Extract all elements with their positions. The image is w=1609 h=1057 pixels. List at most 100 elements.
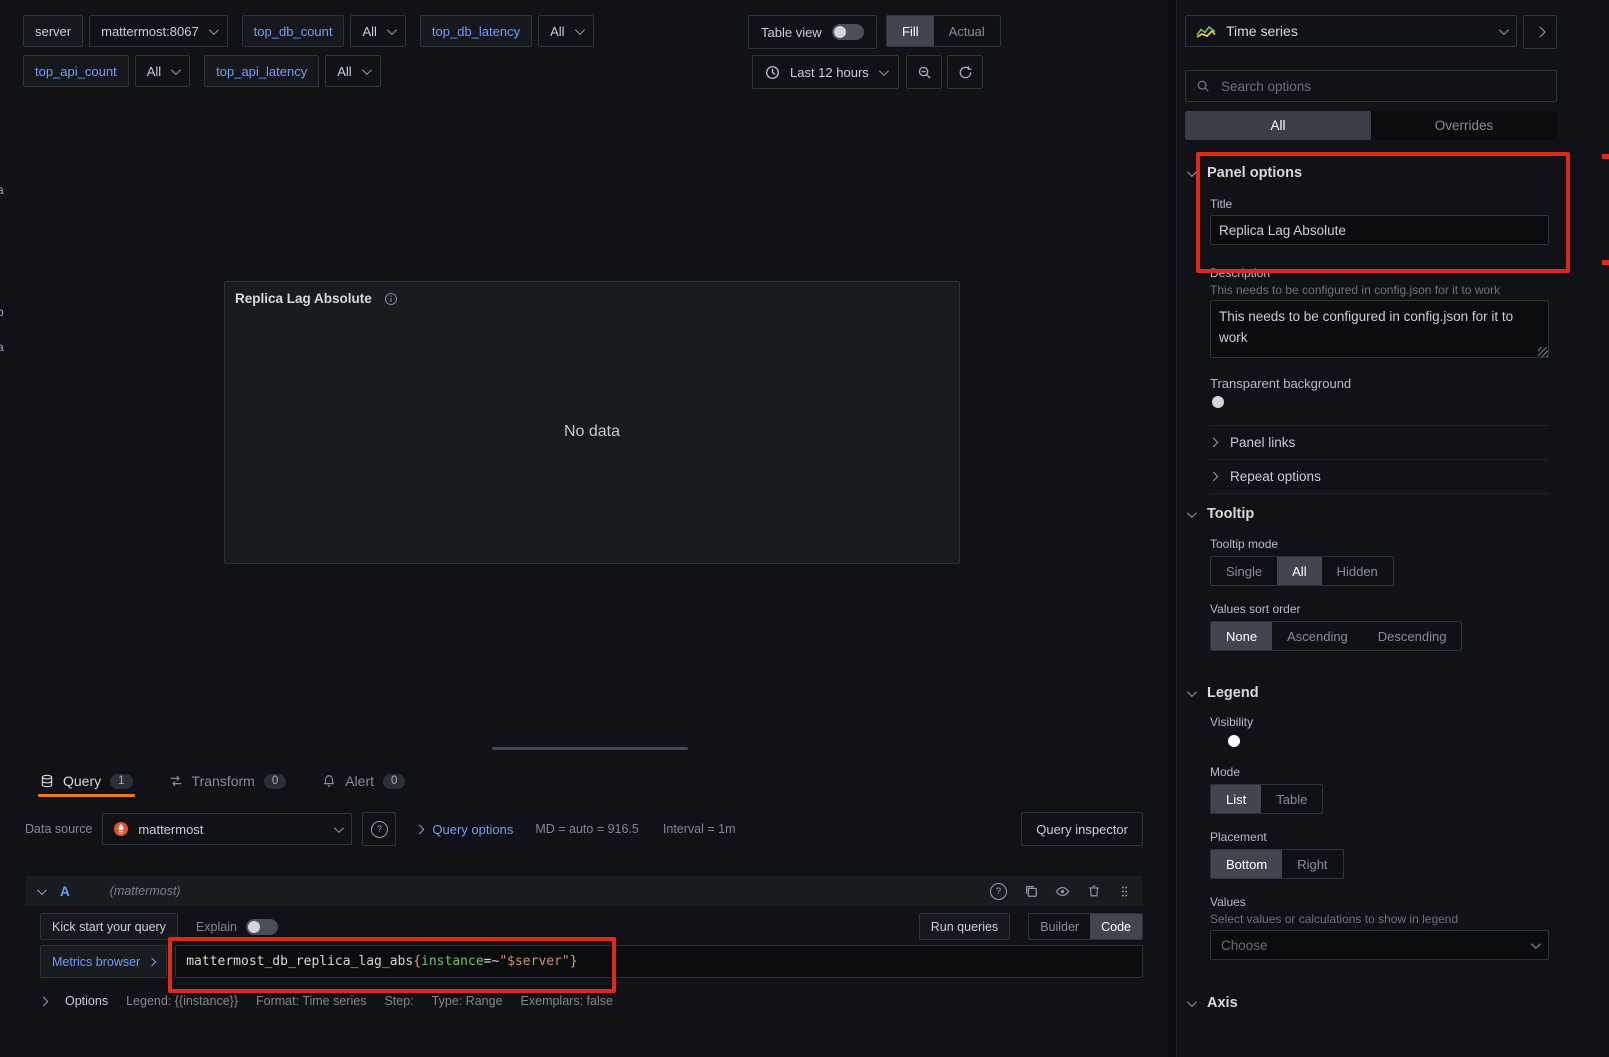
promql-brace: } bbox=[570, 954, 578, 969]
tooltip-mode-hidden[interactable]: Hidden bbox=[1322, 557, 1393, 585]
clock-icon bbox=[765, 65, 780, 80]
datasource-select[interactable]: mattermost bbox=[102, 813, 352, 845]
variable-label[interactable]: top_db_latency bbox=[420, 15, 532, 47]
variable-label[interactable]: top_db_count bbox=[242, 15, 345, 47]
refresh-button[interactable] bbox=[947, 55, 983, 89]
trash-icon[interactable] bbox=[1087, 884, 1101, 898]
help-icon[interactable] bbox=[990, 883, 1007, 900]
repeat-options-label: Repeat options bbox=[1230, 469, 1321, 484]
legend-mode-table[interactable]: Table bbox=[1261, 785, 1322, 813]
format-summary: Format: Time series bbox=[256, 994, 366, 1008]
promql-metric: mattermost_db_replica_lag_abs bbox=[186, 954, 413, 969]
explain-control: Explain bbox=[196, 919, 278, 935]
code-mode-button[interactable]: Code bbox=[1090, 914, 1142, 939]
zoom-out-button[interactable] bbox=[906, 55, 942, 89]
datasource-help-button[interactable] bbox=[362, 812, 396, 846]
panel-options-sidebar: Time series All Overrides Panel options … bbox=[1176, 0, 1609, 1057]
zoom-out-icon bbox=[917, 65, 932, 80]
variable-value-dropdown[interactable]: All bbox=[325, 55, 380, 87]
promql-operator: =~ bbox=[484, 954, 500, 969]
options-collapsible[interactable]: Options bbox=[65, 994, 108, 1008]
eye-icon[interactable] bbox=[1055, 884, 1070, 899]
tooltip-mode-group: Single All Hidden bbox=[1210, 556, 1394, 586]
sort-none[interactable]: None bbox=[1211, 622, 1272, 650]
query-toolbar: Kick start your query Explain Run querie… bbox=[40, 913, 1143, 940]
drag-grip-icon[interactable] bbox=[1118, 885, 1131, 898]
actual-mode-button[interactable]: Actual bbox=[934, 16, 1000, 46]
time-range-label: Last 12 hours bbox=[790, 65, 869, 80]
pane-resize-handle[interactable] bbox=[492, 747, 688, 750]
chevron-down-icon bbox=[209, 25, 219, 35]
repeat-options-collapsible[interactable]: Repeat options bbox=[1210, 461, 1549, 491]
chevron-right-icon bbox=[1209, 437, 1219, 447]
textarea-resize-grip[interactable] bbox=[1538, 347, 1548, 357]
no-data-message: No data bbox=[225, 282, 959, 563]
editor-tab-bar: Query 1 Transform 0 Alert 0 bbox=[40, 767, 405, 795]
variable-value: All bbox=[147, 64, 161, 79]
placement-bottom[interactable]: Bottom bbox=[1211, 850, 1282, 878]
collapse-options-pane-button[interactable] bbox=[1523, 15, 1557, 49]
legend-placement-group: Bottom Right bbox=[1210, 849, 1344, 879]
values-sort-order-label: Values sort order bbox=[1210, 602, 1301, 616]
axis-section-header[interactable]: Axis bbox=[1187, 993, 1238, 1013]
sort-ascending[interactable]: Ascending bbox=[1272, 622, 1363, 650]
legend-values-select[interactable]: Choose bbox=[1210, 930, 1549, 960]
step-summary: Step: bbox=[384, 994, 413, 1008]
chevron-down-icon bbox=[1531, 939, 1541, 949]
section-heading: Panel options bbox=[1207, 165, 1302, 181]
panel-title-input[interactable] bbox=[1210, 215, 1549, 245]
tab-overrides[interactable]: Overrides bbox=[1371, 111, 1557, 140]
tab-alert[interactable]: Alert 0 bbox=[322, 773, 405, 789]
chevron-down-icon bbox=[171, 65, 181, 75]
explain-toggle[interactable] bbox=[246, 919, 278, 935]
explain-label: Explain bbox=[196, 920, 237, 934]
variable-value-dropdown[interactable]: All bbox=[538, 15, 593, 47]
legend-mode-list[interactable]: List bbox=[1211, 785, 1261, 813]
panel-preview: Replica Lag Absolute No data bbox=[224, 281, 960, 564]
tab-query[interactable]: Query 1 bbox=[40, 773, 133, 789]
variable-label[interactable]: top_api_count bbox=[23, 55, 129, 87]
timeseries-viz-icon bbox=[1196, 24, 1216, 38]
tab-count-badge: 1 bbox=[110, 774, 132, 789]
variable-value-dropdown[interactable]: All bbox=[350, 15, 405, 47]
promql-editor-input[interactable]: mattermost_db_replica_lag_abs{instance=~… bbox=[175, 945, 1143, 978]
panel-options-section-header[interactable]: Panel options bbox=[1187, 163, 1302, 183]
search-icon bbox=[1196, 79, 1210, 93]
duplicate-icon[interactable] bbox=[1024, 884, 1038, 898]
builder-mode-button[interactable]: Builder bbox=[1029, 914, 1090, 939]
pane-divider[interactable] bbox=[1168, 0, 1176, 1057]
placement-right[interactable]: Right bbox=[1282, 850, 1342, 878]
fill-mode-button[interactable]: Fill bbox=[887, 16, 934, 46]
variable-value-dropdown[interactable]: All bbox=[135, 55, 190, 87]
tab-all-options[interactable]: All bbox=[1185, 111, 1371, 140]
chevron-down-icon bbox=[1187, 687, 1197, 697]
grafana-panel-editor: l a b a server mattermost:8067 top_db_co… bbox=[0, 0, 1609, 1057]
table-view-control: Table view bbox=[748, 15, 877, 49]
tooltip-mode-all[interactable]: All bbox=[1277, 557, 1321, 585]
metrics-browser-button[interactable]: Metrics browser bbox=[40, 945, 167, 978]
transparent-background-label: Transparent background bbox=[1210, 376, 1351, 391]
kick-start-query-button[interactable]: Kick start your query bbox=[40, 913, 178, 940]
refresh-icon bbox=[958, 65, 973, 80]
variable-label[interactable]: top_api_latency bbox=[204, 55, 319, 87]
query-options-collapsible[interactable]: Query options bbox=[416, 822, 513, 837]
visualization-picker[interactable]: Time series bbox=[1185, 15, 1517, 47]
time-range-picker[interactable]: Last 12 hours bbox=[752, 55, 899, 89]
tab-transform[interactable]: Transform 0 bbox=[169, 773, 287, 789]
max-data-points-summary: MD = auto = 916.5 bbox=[535, 822, 639, 836]
options-search-input[interactable] bbox=[1219, 78, 1546, 95]
legend-section-header[interactable]: Legend bbox=[1187, 683, 1259, 703]
promql-brace: { bbox=[413, 954, 421, 969]
collapse-query-icon[interactable] bbox=[37, 885, 47, 895]
run-queries-button[interactable]: Run queries bbox=[919, 913, 1010, 940]
table-view-toggle[interactable] bbox=[832, 24, 864, 40]
query-row-header[interactable]: A (mattermost) bbox=[25, 876, 1143, 906]
variable-value: All bbox=[362, 24, 376, 39]
panel-links-collapsible[interactable]: Panel links bbox=[1210, 427, 1549, 457]
query-inspector-button[interactable]: Query inspector bbox=[1021, 812, 1143, 846]
variable-value-dropdown[interactable]: mattermost:8067 bbox=[89, 15, 228, 47]
tooltip-section-header[interactable]: Tooltip bbox=[1187, 504, 1254, 524]
panel-description-textarea[interactable]: This needs to be configured in config.js… bbox=[1210, 300, 1549, 358]
tooltip-mode-single[interactable]: Single bbox=[1211, 557, 1277, 585]
sort-descending[interactable]: Descending bbox=[1363, 622, 1462, 650]
